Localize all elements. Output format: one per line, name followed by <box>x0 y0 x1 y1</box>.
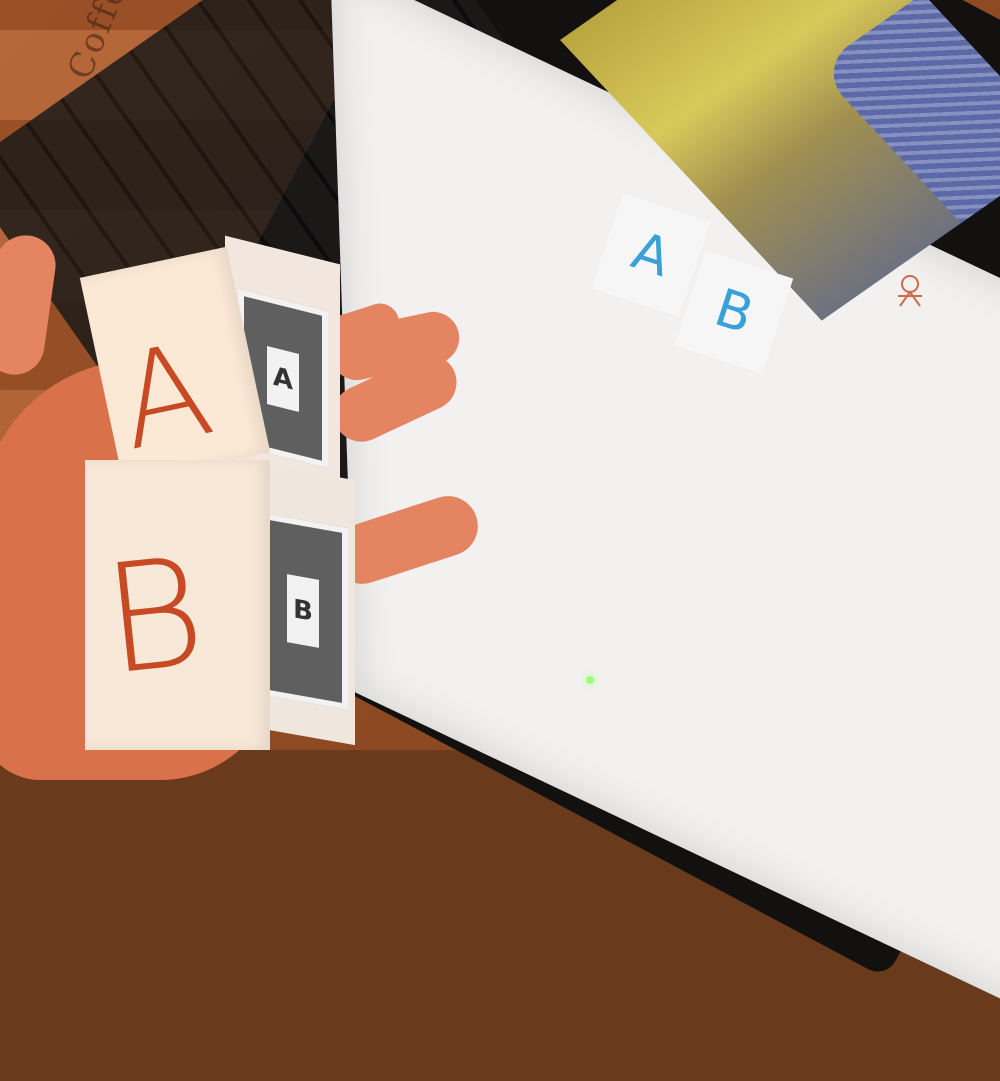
power-led <box>586 676 594 684</box>
screen-card-letter: B <box>707 277 761 347</box>
marker-symbol: B <box>287 574 319 648</box>
marker-symbol: A <box>267 345 299 412</box>
ar-marker-b: B <box>258 512 348 710</box>
screen-card-letter: A <box>624 220 678 290</box>
doodle-character-icon <box>898 275 922 307</box>
cube-letter-b: B <box>96 525 213 709</box>
